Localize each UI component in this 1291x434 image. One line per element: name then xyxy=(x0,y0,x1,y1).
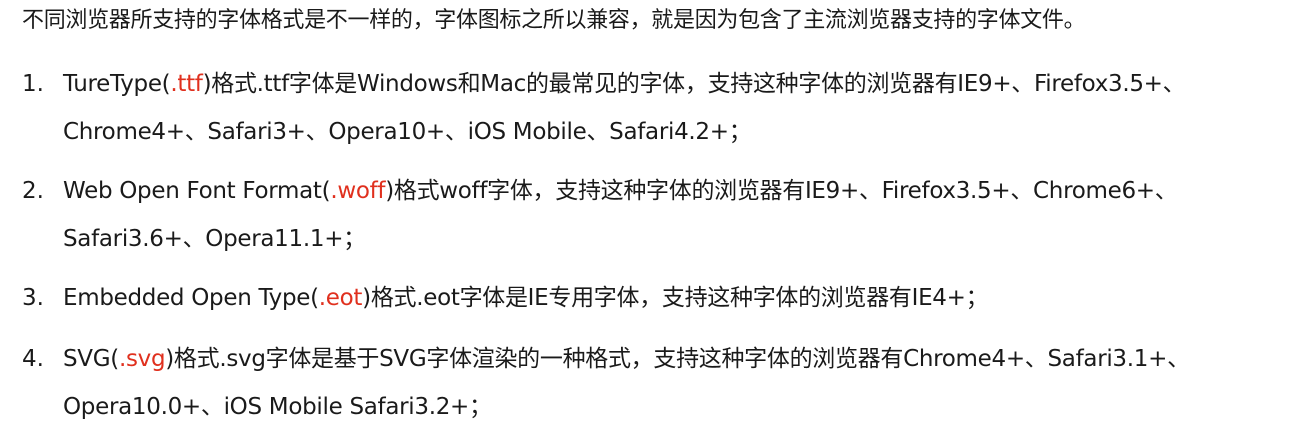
document-page: 不同浏览器所支持的字体格式是不一样的，字体图标之所以兼容，就是因为包含了主流浏览… xyxy=(0,0,1291,434)
format-description: )格式.eot字体是IE专用字体，支持这种字体的浏览器有IE4+； xyxy=(362,285,989,311)
list-item-number: 3. xyxy=(22,285,44,311)
format-name: Web Open Font Format( xyxy=(63,178,331,204)
list-item-line-1: SVG(.svg)格式.svg字体是基于SVG字体渲染的一种格式，支持这种字体的… xyxy=(63,334,1190,384)
format-name: Embedded Open Type( xyxy=(63,285,319,311)
list-item-line-2: Chrome4+、Safari3+、Opera10+、iOS Mobile、Sa… xyxy=(63,119,752,145)
list-item-line-1: Embedded Open Type(.eot)格式.eot字体是IE专用字体，… xyxy=(63,273,989,323)
file-extension: .ttf xyxy=(170,71,203,97)
list-item-line-1: TureType(.ttf)格式.ttf字体是Windows和Mac的最常见的字… xyxy=(63,59,1186,109)
format-name: TureType( xyxy=(63,71,171,97)
format-name: SVG( xyxy=(63,346,119,372)
list-item-number: 4. xyxy=(22,346,44,372)
format-description: )格式.ttf字体是Windows和Mac的最常见的字体，支持这种字体的浏览器有… xyxy=(202,71,1186,97)
list-item-line-2: Opera10.0+、iOS Mobile Safari3.2+； xyxy=(63,394,492,420)
intro-paragraph: 不同浏览器所支持的字体格式是不一样的，字体图标之所以兼容，就是因为包含了主流浏览… xyxy=(22,8,1086,33)
list-item-number: 2. xyxy=(22,178,44,204)
file-extension: .eot xyxy=(318,285,363,311)
format-description: )格式.svg字体是基于SVG字体渲染的一种格式，支持这种字体的浏览器有Chro… xyxy=(165,346,1190,372)
file-extension: .woff xyxy=(330,178,386,204)
file-extension: .svg xyxy=(118,346,166,372)
list-item-line-2: Safari3.6+、Opera11.1+； xyxy=(63,226,366,252)
list-item-line-1: Web Open Font Format(.woff)格式woff字体，支持这种… xyxy=(63,166,1178,216)
list-item-number: 1. xyxy=(22,71,44,97)
format-description: )格式woff字体，支持这种字体的浏览器有IE9+、Firefox3.5+、Ch… xyxy=(385,178,1178,204)
